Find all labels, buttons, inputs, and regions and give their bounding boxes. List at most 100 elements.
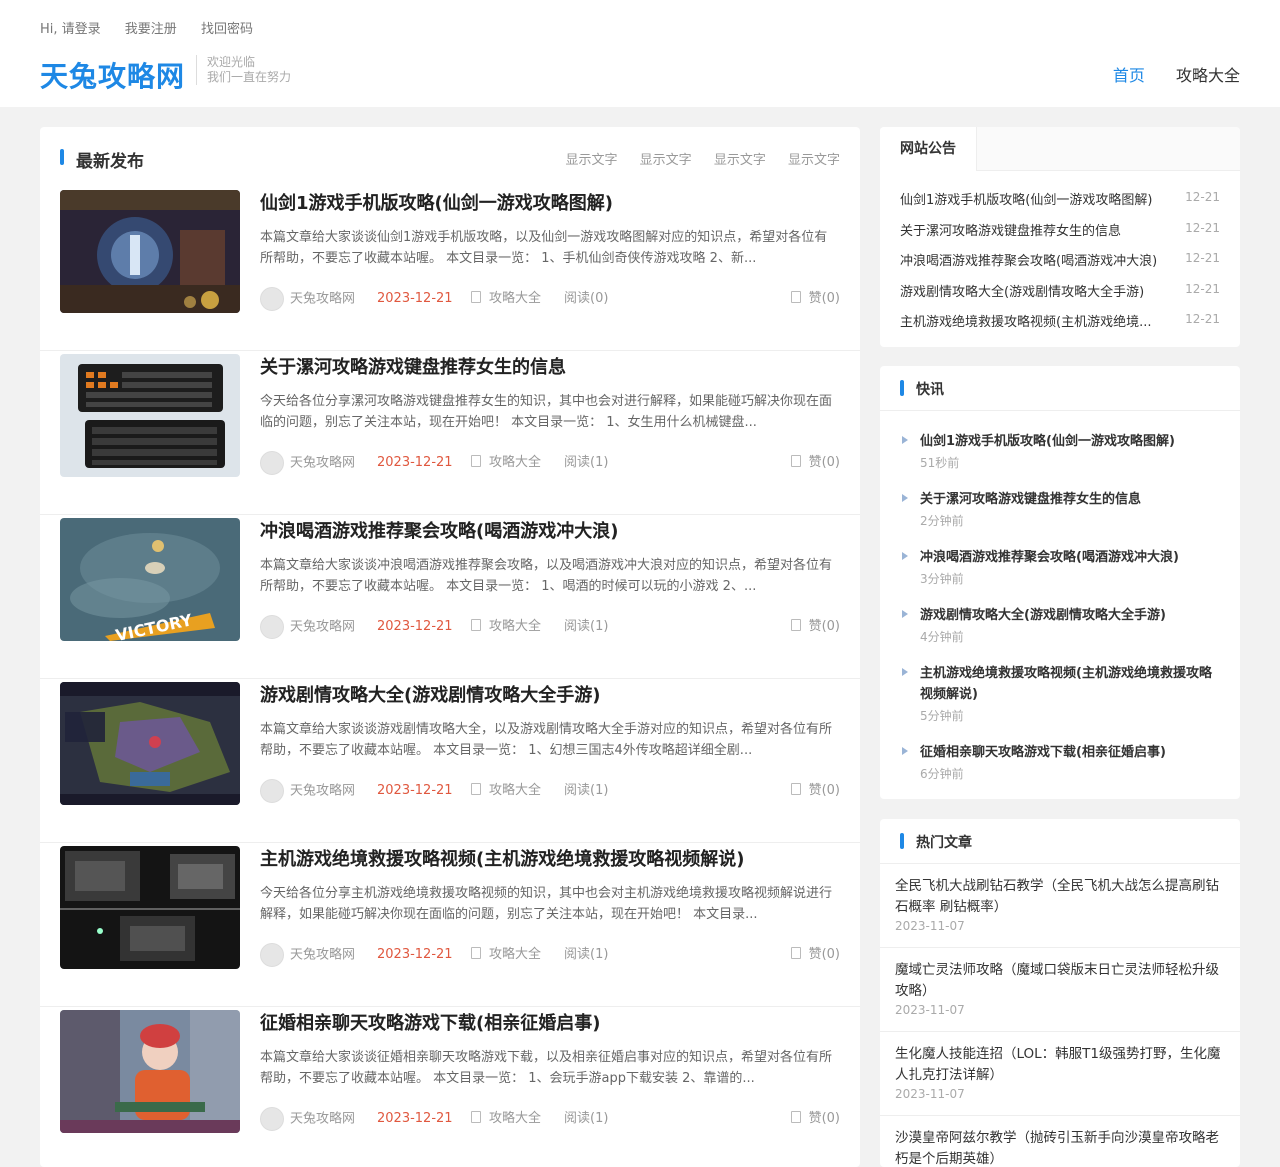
article-thumbnail[interactable] <box>60 682 240 805</box>
tagline-line1: 欢迎光临 <box>207 55 256 69</box>
like-icon[interactable] <box>790 1111 801 1123</box>
notice-title[interactable]: 游戏剧情攻略大全(游戏剧情攻略大全手游) <box>900 281 1172 300</box>
author-avatar <box>260 451 284 475</box>
article-title[interactable]: 仙剑1游戏手机版攻略(仙剑一游戏攻略图解) <box>260 189 613 215</box>
article-item[interactable]: 征婚相亲聊天攻略游戏下载(相亲征婚启事) 本篇文章给大家谈谈征婚相亲聊天攻略游戏… <box>40 1007 860 1167</box>
article-item[interactable]: 仙剑1游戏手机版攻略(仙剑一游戏攻略图解) 本篇文章给大家谈谈仙剑1游戏手机版攻… <box>40 187 860 351</box>
hot-item-title[interactable]: 魔域亡灵法师攻略（魔域口袋版末日亡灵法师轻松升级攻略） <box>895 960 1225 1002</box>
article-thumbnail[interactable]: VICTORY <box>60 518 240 641</box>
article-meta: 天兔攻略网 2023-12-21 攻略大全 阅读(0) 赞(0) <box>260 287 840 311</box>
like-icon[interactable] <box>790 783 801 795</box>
hot-item[interactable]: 生化魔人技能连招（LOL：韩服T1级强势打野，生化魔人扎克打法详解） 2023-1… <box>880 1032 1240 1116</box>
author-avatar <box>260 943 284 967</box>
hot-item-title[interactable]: 全民飞机大战刷钻石教学（全民飞机大战怎么提高刷钻石概率 刷钻概率） <box>895 876 1225 918</box>
article-author[interactable]: 天兔攻略网 <box>290 948 355 963</box>
flash-item[interactable]: 冲浪喝酒游戏推荐聚会攻略(喝酒游戏冲大浪) 3分钟前 <box>900 547 1220 587</box>
flash-item-title[interactable]: 关于漯河攻略游戏键盘推荐女生的信息 <box>920 489 1220 510</box>
notice-item[interactable]: 仙剑1游戏手机版攻略(仙剑一游戏攻略图解) 12-21 <box>900 183 1220 214</box>
author-avatar <box>260 1107 284 1131</box>
flash-item-time: 5分钟前 <box>920 709 964 723</box>
notice-item[interactable]: 关于漯河攻略游戏键盘推荐女生的信息 12-21 <box>900 214 1220 245</box>
hot-item-title[interactable]: 生化魔人技能连招（LOL：韩服T1级强势打野，生化魔人扎克打法详解） <box>895 1044 1225 1086</box>
like-icon[interactable] <box>790 947 801 959</box>
notice-tabbar: 网站公告 <box>880 127 1240 171</box>
nav-home[interactable]: 首页 <box>1113 66 1145 85</box>
article-author[interactable]: 天兔攻略网 <box>290 456 355 471</box>
notice-title[interactable]: 关于漯河攻略游戏键盘推荐女生的信息 <box>900 220 1172 239</box>
article-category[interactable]: 攻略大全 <box>489 291 541 306</box>
hot-item[interactable]: 沙漠皇帝阿兹尔教学（抛砖引玉新手向沙漠皇帝攻略老朽是个后期英雄） <box>880 1116 1240 1167</box>
flash-item-time: 3分钟前 <box>920 572 964 586</box>
article-thumbnail[interactable] <box>60 354 240 477</box>
article-item[interactable]: VICTORY 冲浪喝酒游戏推荐聚会攻略(喝酒游戏冲大浪) 本篇文章给大家谈谈冲… <box>40 515 860 679</box>
flash-item-title[interactable]: 征婚相亲聊天攻略游戏下载(相亲征婚启事) <box>920 742 1220 763</box>
article-item[interactable]: 主机游戏绝境救援攻略视频(主机游戏绝境救援攻略视频解说) 今天给各位分享主机游戏… <box>40 843 860 1007</box>
article-excerpt: 本篇文章给大家谈谈征婚相亲聊天攻略游戏下载，以及相亲征婚启事对应的知识点，希望对… <box>260 1050 833 1086</box>
like-icon[interactable] <box>790 455 801 467</box>
notice-item[interactable]: 主机游戏绝境救援攻略视频(主机游戏绝境... 12-21 <box>900 305 1220 336</box>
hot-item-date: 2023-11-07 <box>895 1087 965 1101</box>
flash-item-title[interactable]: 仙剑1游戏手机版攻略(仙剑一游戏攻略图解) <box>920 431 1220 452</box>
article-category[interactable]: 攻略大全 <box>489 455 541 470</box>
article-author[interactable]: 天兔攻略网 <box>290 784 355 799</box>
category-icon <box>471 455 481 467</box>
flash-item[interactable]: 游戏剧情攻略大全(游戏剧情攻略大全手游) 4分钟前 <box>900 605 1220 645</box>
flash-item[interactable]: 关于漯河攻略游戏键盘推荐女生的信息 2分钟前 <box>900 489 1220 529</box>
article-author[interactable]: 天兔攻略网 <box>290 292 355 307</box>
article-likes[interactable]: 赞(0) <box>809 619 840 634</box>
tab-4[interactable]: 显示文字 <box>788 153 840 168</box>
category-icon <box>471 1111 481 1123</box>
flash-item[interactable]: 主机游戏绝境救援攻略视频(主机游戏绝境救援攻略视频解说) 5分钟前 <box>900 663 1220 724</box>
article-title[interactable]: 主机游戏绝境救援攻略视频(主机游戏绝境救援攻略视频解说) <box>260 845 744 871</box>
tab-3[interactable]: 显示文字 <box>714 153 766 168</box>
flash-item-title[interactable]: 游戏剧情攻略大全(游戏剧情攻略大全手游) <box>920 605 1220 626</box>
hot-item-date: 2023-11-07 <box>895 919 965 933</box>
category-icon <box>471 619 481 631</box>
article-likes[interactable]: 赞(0) <box>809 1111 840 1126</box>
notice-item[interactable]: 冲浪喝酒游戏推荐聚会攻略(喝酒游戏冲大浪) 12-21 <box>900 244 1220 275</box>
article-thumbnail[interactable] <box>60 190 240 313</box>
recover-password-link[interactable]: 找回密码 <box>201 22 253 37</box>
flash-item-title[interactable]: 冲浪喝酒游戏推荐聚会攻略(喝酒游戏冲大浪) <box>920 547 1220 568</box>
article-item[interactable]: 游戏剧情攻略大全(游戏剧情攻略大全手游) 本篇文章给大家谈谈游戏剧情攻略大全，以… <box>40 679 860 843</box>
article-likes[interactable]: 赞(0) <box>809 947 840 962</box>
article-author[interactable]: 天兔攻略网 <box>290 620 355 635</box>
login-link[interactable]: Hi, 请登录 <box>40 22 101 37</box>
nav-guides[interactable]: 攻略大全 <box>1176 66 1240 85</box>
register-link[interactable]: 我要注册 <box>125 22 177 37</box>
article-title[interactable]: 游戏剧情攻略大全(游戏剧情攻略大全手游) <box>260 681 600 707</box>
latest-posts-header: 最新发布 显示文字 显示文字 显示文字 显示文字 <box>40 127 860 187</box>
article-title[interactable]: 征婚相亲聊天攻略游戏下载(相亲征婚启事) <box>260 1009 600 1035</box>
article-thumbnail[interactable] <box>60 846 240 969</box>
like-icon[interactable] <box>790 291 801 303</box>
site-logo[interactable]: 天兔攻略网 <box>40 55 185 95</box>
article-category[interactable]: 攻略大全 <box>489 783 541 798</box>
notice-title[interactable]: 冲浪喝酒游戏推荐聚会攻略(喝酒游戏冲大浪) <box>900 250 1172 269</box>
hot-item[interactable]: 全民飞机大战刷钻石教学（全民飞机大战怎么提高刷钻石概率 刷钻概率） 2023-11… <box>880 864 1240 948</box>
article-thumbnail[interactable] <box>60 1010 240 1133</box>
article-author[interactable]: 天兔攻略网 <box>290 1112 355 1127</box>
article-title[interactable]: 关于漯河攻略游戏键盘推荐女生的信息 <box>260 353 566 379</box>
tab-1[interactable]: 显示文字 <box>566 153 618 168</box>
notice-item[interactable]: 游戏剧情攻略大全(游戏剧情攻略大全手游) 12-21 <box>900 275 1220 306</box>
article-likes[interactable]: 赞(0) <box>809 783 840 798</box>
like-icon[interactable] <box>790 619 801 631</box>
article-item[interactable]: 关于漯河攻略游戏键盘推荐女生的信息 今天给各位分享漯河攻略游戏键盘推荐女生的知识… <box>40 351 860 515</box>
article-category[interactable]: 攻略大全 <box>489 1111 541 1126</box>
article-meta: 天兔攻略网 2023-12-21 攻略大全 阅读(1) 赞(0) <box>260 615 840 639</box>
notice-title[interactable]: 主机游戏绝境救援攻略视频(主机游戏绝境... <box>900 311 1172 330</box>
article-likes[interactable]: 赞(0) <box>809 291 840 306</box>
flash-item-title[interactable]: 主机游戏绝境救援攻略视频(主机游戏绝境救援攻略视频解说) <box>920 663 1220 705</box>
flash-item[interactable]: 征婚相亲聊天攻略游戏下载(相亲征婚启事) 6分钟前 <box>900 742 1220 782</box>
hot-item[interactable]: 魔域亡灵法师攻略（魔域口袋版末日亡灵法师轻松升级攻略） 2023-11-07 <box>880 948 1240 1032</box>
article-likes[interactable]: 赞(0) <box>809 455 840 470</box>
hot-item-title[interactable]: 沙漠皇帝阿兹尔教学（抛砖引玉新手向沙漠皇帝攻略老朽是个后期英雄） <box>895 1128 1225 1167</box>
notice-title[interactable]: 仙剑1游戏手机版攻略(仙剑一游戏攻略图解) <box>900 189 1172 208</box>
notice-tab[interactable]: 网站公告 <box>880 127 977 171</box>
article-category[interactable]: 攻略大全 <box>489 619 541 634</box>
article-excerpt: 今天给各位分享主机游戏绝境救援攻略视频的知识，其中也会对主机游戏绝境救援攻略视频… <box>260 886 833 922</box>
tab-2[interactable]: 显示文字 <box>640 153 692 168</box>
article-title[interactable]: 冲浪喝酒游戏推荐聚会攻略(喝酒游戏冲大浪) <box>260 517 618 543</box>
article-category[interactable]: 攻略大全 <box>489 947 541 962</box>
flash-item[interactable]: 仙剑1游戏手机版攻略(仙剑一游戏攻略图解) 51秒前 <box>900 431 1220 471</box>
